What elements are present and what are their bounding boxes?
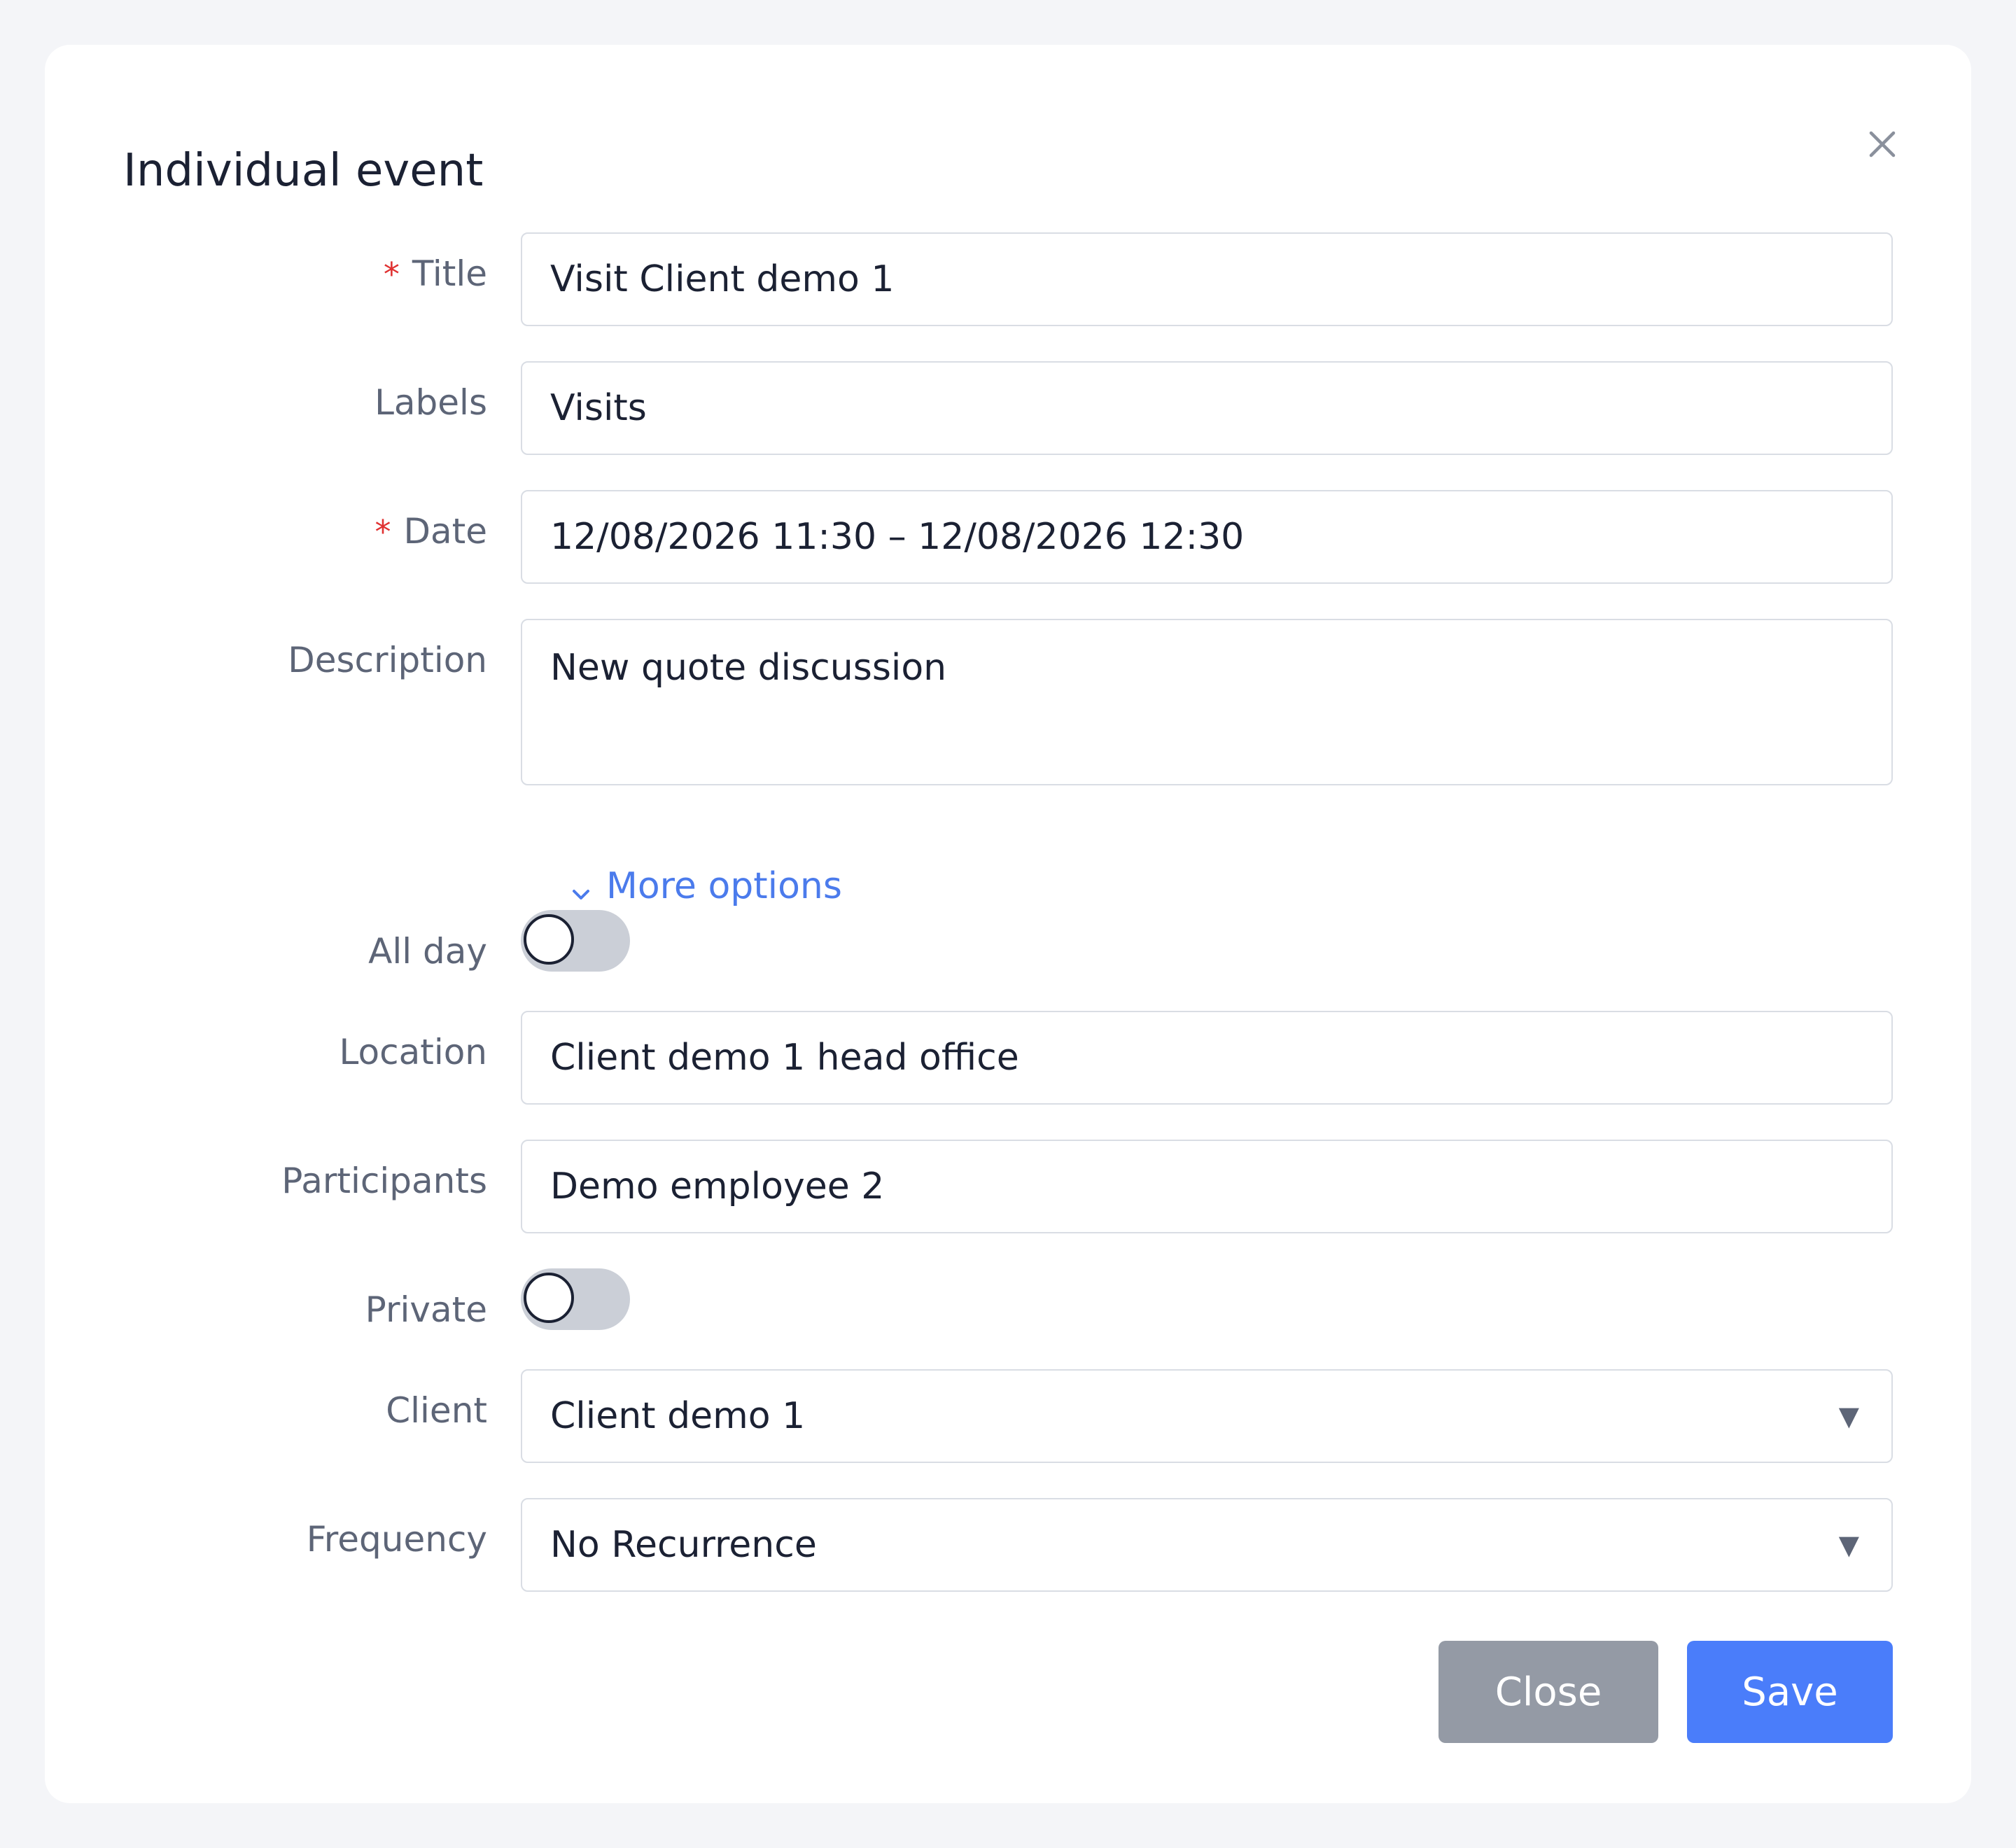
date-label: * Date [374,511,487,552]
toggle-knob [524,1273,574,1323]
private-toggle[interactable] [521,1268,630,1330]
labels-label: Labels [374,382,487,423]
labels-input[interactable]: Visits [521,361,1893,455]
caret-down-icon: ▼ [1838,1530,1859,1560]
toggle-knob [524,914,574,965]
description-value: New quote discussion [550,647,947,689]
client-select[interactable]: Client demo 1 ▼ [521,1369,1893,1463]
more-options-link[interactable]: More options [606,868,842,904]
all-day-label: All day [368,931,487,972]
title-input-value: Visit Client demo 1 [550,258,895,300]
client-select-value: Client demo 1 [550,1395,806,1437]
description-textarea[interactable]: New quote discussion [521,619,1893,785]
participants-input-value: Demo employee 2 [550,1166,885,1208]
participants-label: Participants [281,1161,487,1201]
close-icon [1869,131,1896,158]
frequency-select[interactable]: No Recurrence ▼ [521,1498,1893,1592]
dialog-title: Individual event [123,145,484,197]
chevron-down-icon [573,890,589,899]
save-button[interactable]: Save [1687,1641,1893,1743]
required-mark: * [383,255,400,293]
close-button[interactable]: Close [1438,1641,1658,1743]
frequency-label: Frequency [306,1519,487,1560]
client-label: Client [386,1390,487,1431]
participants-input[interactable]: Demo employee 2 [521,1140,1893,1233]
title-input[interactable]: Visit Client demo 1 [521,232,1893,326]
caret-down-icon: ▼ [1838,1401,1859,1432]
private-label: Private [365,1289,487,1330]
frequency-select-value: No Recurrence [550,1524,817,1566]
labels-input-value: Visits [550,387,647,429]
location-input-value: Client demo 1 head office [550,1037,1019,1079]
all-day-toggle[interactable] [521,910,630,972]
location-label: Location [339,1032,487,1072]
more-options-label: More options [606,865,842,907]
close-dialog-button[interactable] [1854,116,1910,172]
title-label: * Title [383,253,487,294]
required-mark: * [374,513,391,551]
event-dialog: Individual event * Title Visit Client dem… [45,45,1971,1803]
description-label: Description [288,640,487,680]
date-range-value: 12/08/2026 11:30 – 12/08/2026 12:30 [550,516,1245,558]
date-range-input[interactable]: 12/08/2026 11:30 – 12/08/2026 12:30 [521,490,1893,584]
location-input[interactable]: Client demo 1 head office [521,1011,1893,1105]
